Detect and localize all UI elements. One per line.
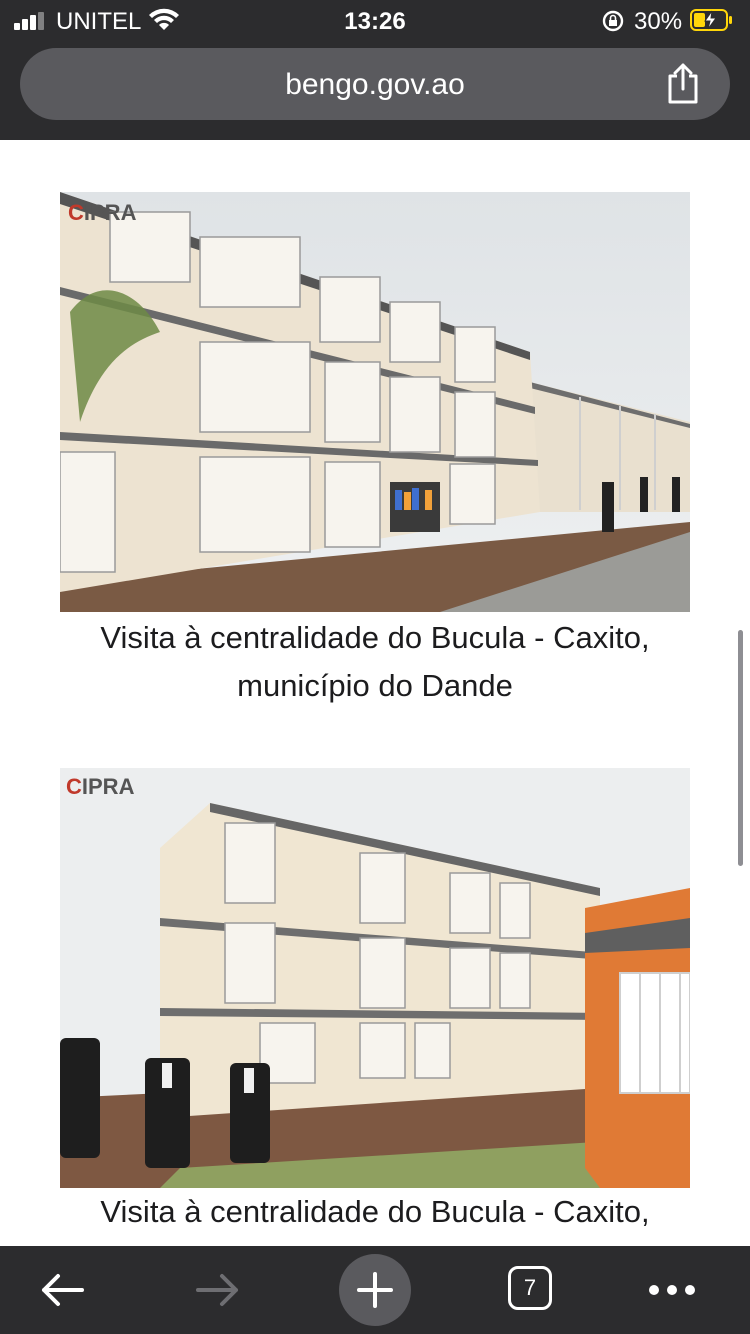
building-photo: CIPRA — [60, 192, 690, 612]
url-text[interactable]: bengo.gov.ao — [20, 68, 730, 102]
battery-charging-icon — [690, 9, 732, 31]
address-bar[interactable]: bengo.gov.ao — [20, 48, 730, 120]
new-tab-plus-icon[interactable] — [339, 1254, 411, 1326]
article-caption-2[interactable]: Visita à centralidade do Bucula - Caxito… — [40, 1188, 710, 1236]
cipra-logo: CIPRA — [66, 774, 135, 799]
building-photo: CIPRA — [60, 768, 690, 1188]
page-content: CIPRA Visita à centralidade do Bucula - … — [0, 140, 750, 1246]
scrollbar[interactable] — [738, 630, 743, 866]
article-photo-2[interactable]: CIPRA — [60, 768, 690, 1188]
forward-arrow-icon[interactable] — [186, 1258, 250, 1322]
share-icon[interactable] — [665, 62, 701, 104]
article-caption-1[interactable]: Visita à centralidade do Bucula - Caxito… — [40, 614, 710, 710]
back-arrow-icon[interactable] — [30, 1258, 94, 1322]
battery-percent: 30% — [634, 8, 683, 35]
status-bar: UNITEL 13:26 30% — [0, 0, 750, 44]
article-photo-1[interactable]: CIPRA — [60, 192, 690, 612]
tabs-icon[interactable]: 7 — [508, 1266, 552, 1310]
browser-bottom-bar: 7 — [0, 1246, 750, 1334]
cipra-logo: CIPRA — [68, 200, 137, 225]
browser-top-bar: UNITEL 13:26 30% bengo.gov.ao — [0, 0, 750, 140]
more-icon[interactable] — [640, 1258, 704, 1322]
orientation-lock-icon — [602, 10, 624, 32]
